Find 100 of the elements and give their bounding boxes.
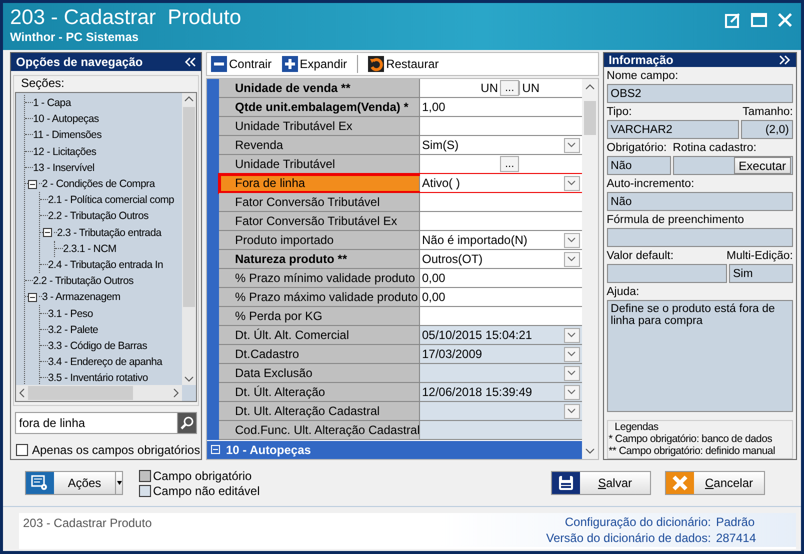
scrollbar-thumb[interactable] (28, 386, 133, 400)
toolbar-button[interactable]: Expandir (282, 56, 348, 72)
field-label: Multi-Edição: (726, 250, 793, 264)
value-dropdown[interactable]: 17/03/2009 (420, 345, 582, 363)
tree-item[interactable]: 2.1 - Política comercial comp (48, 194, 174, 206)
field-label: Unidade Tributável Ex (219, 117, 420, 135)
search-field[interactable]: fora de linha (15, 412, 177, 434)
value-field[interactable] (420, 212, 582, 230)
actions-button[interactable]: Ações (25, 471, 123, 495)
dropdown-button[interactable] (564, 176, 580, 190)
cancel-button[interactable]: Cancelar (665, 471, 765, 495)
collapse-icon[interactable] (28, 292, 37, 302)
tree-item[interactable]: 2 - Condições de Compra (42, 178, 155, 190)
dropdown-button[interactable] (564, 404, 580, 418)
value-dropdown[interactable]: 12/06/2018 15:39:49 (420, 383, 582, 401)
tree-item[interactable]: 3.2 - Palete (48, 324, 98, 336)
section-header[interactable]: 10 - Autopeças (207, 440, 582, 458)
plus-icon (282, 56, 298, 72)
double-chevron-left-icon[interactable] (184, 57, 196, 67)
dropdown-button[interactable] (564, 384, 580, 400)
panel-title: Opções de navegação (16, 55, 143, 69)
dropdown-button[interactable] (564, 328, 580, 342)
field-label: % Prazo máximo validade produto (219, 288, 420, 306)
value-field[interactable] (420, 421, 582, 439)
tree-item[interactable]: 3.4 - Endereço de apanha (48, 356, 162, 368)
field-label: Dt.Cadastro (219, 345, 420, 363)
value-field[interactable] (420, 307, 582, 325)
value-dropdown[interactable]: Não é importado(N) (420, 231, 582, 249)
collapse-icon[interactable] (28, 180, 37, 189)
tree-item[interactable]: 2.3 - Tributação entrada (57, 226, 162, 239)
dropdown-button[interactable] (564, 346, 580, 362)
info-field: (2,0) (741, 120, 793, 139)
undo-icon (368, 56, 384, 72)
field-label: % Prazo mínimo validade produto (219, 269, 420, 287)
toolbar-button[interactable]: Contrair (211, 56, 272, 72)
value-dropdown[interactable]: Outros(OT) (420, 250, 582, 268)
value-field[interactable] (420, 193, 582, 211)
info-field: Não (606, 156, 671, 175)
scrollbar-thumb[interactable] (183, 107, 195, 307)
field-label: Unidade Tributável (219, 155, 420, 173)
tree-item[interactable]: 10 - Autopeças (33, 113, 99, 126)
collapse-icon[interactable] (43, 228, 52, 238)
field-label: Tamanho: (742, 106, 793, 120)
edit-icon[interactable] (725, 12, 741, 28)
dropdown-button[interactable] (564, 232, 580, 248)
value-dropdown[interactable]: 05/10/2015 15:04:21 (420, 326, 582, 344)
scroll-up-icon[interactable] (584, 83, 595, 91)
value-text: UN (480, 81, 499, 95)
caret-icon (116, 481, 122, 485)
lookup-button[interactable]: ... (500, 80, 520, 96)
value-dropdown[interactable]: Sim(S) (420, 136, 582, 154)
field-label: Auto-incremento: (606, 178, 696, 192)
tree-item[interactable]: 3.3 - Código de Barras (48, 340, 148, 352)
tree-item[interactable]: 3.1 - Peso (48, 308, 93, 320)
double-chevron-right-icon[interactable] (779, 55, 791, 65)
field-label: Dt. Últ. Alt. Comercial (219, 326, 420, 344)
tree-item[interactable]: 11 - Dimensões (33, 129, 102, 142)
value-field[interactable]: 0,00 (420, 269, 582, 287)
field-label: Revenda (219, 136, 420, 154)
dropdown-button[interactable] (564, 138, 580, 152)
dropdown-button[interactable] (564, 366, 580, 380)
chevron-down-icon (567, 256, 576, 262)
tree-item[interactable]: 1 - Capa (33, 97, 71, 110)
execute-button[interactable]: Executar (734, 157, 791, 174)
status-label: Configuração do dicionário: (564, 515, 711, 531)
lookup-button[interactable]: ... (500, 156, 520, 172)
chevron-down-icon (567, 370, 576, 376)
value-field[interactable]: 1,00 (420, 98, 582, 116)
search-button[interactable] (177, 412, 197, 434)
field-label: % Perda por KG (219, 307, 420, 325)
scroll-down-icon[interactable] (584, 447, 595, 455)
field-label: Data Exclusão (219, 364, 420, 382)
checkbox[interactable] (16, 444, 28, 456)
tree-item[interactable]: 2.4 - Tributação entrada In (48, 258, 164, 271)
tree-item[interactable]: 13 - Inservível (33, 162, 94, 174)
settings-icon (31, 475, 49, 491)
status-value: 287414 (716, 531, 756, 547)
chevron-down-icon (567, 351, 576, 357)
search-icon (180, 416, 194, 430)
info-field: OBS2 (606, 84, 793, 103)
tree-item[interactable]: 3.5 - Inventário rotativo (48, 372, 148, 384)
tree-item[interactable]: 3 - Armazenagem (42, 291, 120, 304)
value-field[interactable] (420, 117, 582, 135)
toolbar-button[interactable]: Restaurar (368, 56, 439, 72)
chevron-down-icon (567, 408, 576, 414)
tree-item[interactable]: 2.2 - Tributação Outros (48, 210, 148, 222)
chevron-down-icon (567, 332, 576, 338)
close-icon[interactable] (777, 12, 793, 28)
value-dropdown[interactable]: Ativo( ) (420, 174, 582, 192)
tree-item[interactable]: 2.3.1 - NCM (63, 242, 116, 255)
save-button[interactable]: Salvar (551, 471, 651, 495)
legend-text: Campo obrigatório (153, 468, 252, 482)
value-field[interactable]: 0,00 (420, 288, 582, 306)
field-label: Fator Conversão Tributável (219, 193, 420, 211)
close-icon (672, 475, 688, 491)
dropdown-button[interactable] (564, 252, 580, 266)
tree-item[interactable]: 2.2 - Tributação Outros (33, 275, 134, 288)
maximize-icon[interactable] (751, 12, 767, 28)
scrollbar-thumb[interactable] (584, 101, 596, 135)
tree-item[interactable]: 12 - Licitações (33, 146, 96, 158)
